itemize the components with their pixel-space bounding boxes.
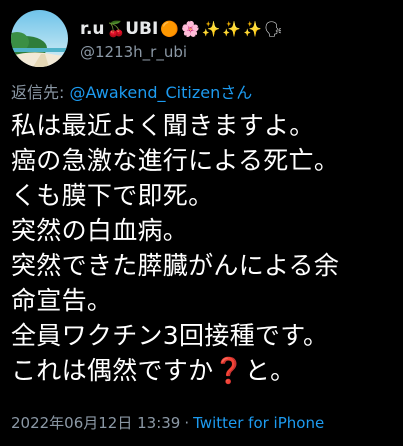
meta-separator: · xyxy=(184,414,190,432)
display-name[interactable]: r.u xyxy=(80,19,105,39)
user-handle[interactable]: @1213h_r_ubi xyxy=(80,43,283,61)
tweet-line-suffix: と。 xyxy=(244,356,296,385)
tweet-line: 突然の白血病。 xyxy=(11,216,189,245)
avatar[interactable] xyxy=(11,10,68,67)
reply-to: 返信先: @Awakend_Citizenさん xyxy=(11,79,252,103)
tweet-line-text: これは偶然ですか xyxy=(11,356,214,385)
tweet-line: 癌の急激な進行による死亡。 xyxy=(11,146,340,175)
tweet-line: 命宣告。 xyxy=(11,286,113,315)
user-names: r.u 🍒 UBI 🟠 🌸 ✨ ✨ ✨ 🗣 @1213h_r_ubi xyxy=(80,17,283,61)
question-mark-icon: ❓ xyxy=(213,356,245,385)
tweet-line-last: これは偶然ですか❓と。 xyxy=(11,353,396,388)
timestamp-link[interactable]: 2022年06月12日 13:39 xyxy=(11,414,180,432)
reply-prefix: 返信先: xyxy=(11,83,70,102)
sparkles-icon: ✨ xyxy=(243,19,262,38)
cherry-blossom-icon: 🌸 xyxy=(181,19,200,38)
display-name-row[interactable]: r.u 🍒 UBI 🟠 🌸 ✨ ✨ ✨ 🗣 xyxy=(80,17,283,41)
tweet-line: 私は最近よく聞きますよ。 xyxy=(11,111,315,140)
tweet-header: r.u 🍒 UBI 🟠 🌸 ✨ ✨ ✨ 🗣 @1213h_r_ubi xyxy=(11,10,283,67)
tweet-detail: r.u 🍒 UBI 🟠 🌸 ✨ ✨ ✨ 🗣 @1213h_r_ubi 返信先: … xyxy=(0,0,403,446)
tweet-meta: 2022年06月12日 13:39 · Twitter for iPhone xyxy=(11,412,324,433)
sparkles-icon: ✨ xyxy=(222,19,242,38)
cherry-icon: 🍒 xyxy=(106,19,126,38)
tweet-line: くも膜下で即死。 xyxy=(11,181,214,210)
tweet-line: 全員ワクチン3回接種です。 xyxy=(11,321,329,350)
orange-circle-icon: 🟠 xyxy=(160,19,179,38)
tweet-text: 私は最近よく聞きますよ。 癌の急激な進行による死亡。 くも膜下で即死。 突然の白… xyxy=(11,108,396,388)
speaking-head-icon: 🗣 xyxy=(263,19,283,38)
tweet-line: 突然できた膵臓がんによる余 xyxy=(11,251,340,280)
source-label[interactable]: Twitter for iPhone xyxy=(193,414,324,432)
avatar-beach-image xyxy=(11,10,68,67)
sparkles-icon: ✨ xyxy=(201,19,221,38)
reply-target-link[interactable]: @Awakend_Citizenさん xyxy=(69,83,252,102)
display-name-suffix[interactable]: UBI xyxy=(125,19,158,39)
